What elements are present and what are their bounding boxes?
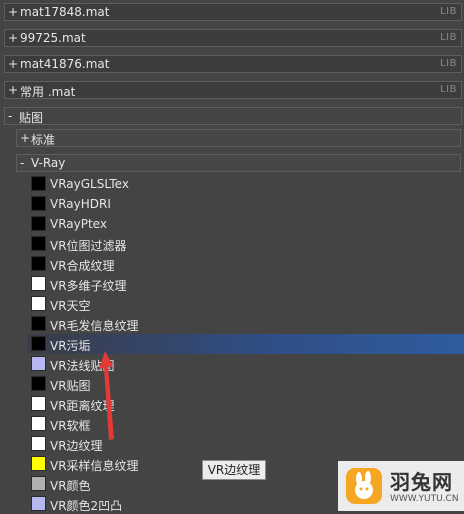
map-item-label: VR颜色 <box>50 479 91 493</box>
map-item-label: VRayGLSLTex <box>50 177 129 191</box>
map-item-highlighted[interactable]: VR污垢 <box>28 334 464 354</box>
map-item-label: VR合成纹理 <box>50 259 115 273</box>
swatch-12 <box>31 416 46 431</box>
map-item[interactable]: VR多维子纹理 <box>28 274 464 294</box>
watermark: 羽兔网 WWW.YUTU.CN <box>338 461 464 511</box>
map-item[interactable]: VRayPtex <box>28 214 464 234</box>
swatch-2 <box>31 216 46 231</box>
map-item-label: VR污垢 <box>50 339 91 353</box>
map-item[interactable]: VR软框 <box>28 414 464 434</box>
swatch-3 <box>31 236 46 251</box>
expand-icon[interactable]: + <box>20 131 30 145</box>
map-item[interactable]: VR合成纹理 <box>28 254 464 274</box>
group-name: V-Ray <box>31 156 66 170</box>
map-item-label: VR软框 <box>50 419 91 433</box>
swatch-15 <box>31 476 46 491</box>
map-item[interactable]: VR距离纹理 <box>28 394 464 414</box>
library-row[interactable]: + 99725.mat LIB <box>4 29 462 47</box>
library-row[interactable]: + 常用 .mat LIB <box>4 81 462 99</box>
swatch-0 <box>31 176 46 191</box>
library-row[interactable]: + mat41876.mat LIB <box>4 55 462 73</box>
library-tag: LIB <box>440 32 457 43</box>
swatch-4 <box>31 256 46 271</box>
vray-group-header[interactable]: - V-Ray <box>16 154 461 172</box>
map-item-label: VR位图过滤器 <box>50 239 127 253</box>
group-name: 贴图 <box>19 111 44 125</box>
collapse-icon[interactable]: - <box>20 156 24 170</box>
map-item[interactable]: VR贴图 <box>28 374 464 394</box>
swatch-1 <box>31 196 46 211</box>
maps-group-header[interactable]: - 贴图 <box>4 107 462 125</box>
map-item[interactable]: VR毛发信息纹理 <box>28 314 464 334</box>
swatch-6 <box>31 296 46 311</box>
swatch-16 <box>31 496 46 511</box>
tooltip: VR边纹理 <box>202 460 266 480</box>
material-map-browser: + mat17848.mat LIB + 99725.mat LIB + mat… <box>0 0 464 513</box>
library-name: 99725.mat <box>20 31 86 45</box>
library-name: 常用 .mat <box>20 85 76 99</box>
map-item-label: VR天空 <box>50 299 91 313</box>
map-item-label: VR边纹理 <box>50 439 103 453</box>
standard-group-header[interactable]: + 标准 <box>16 129 461 147</box>
watermark-url: WWW.YUTU.CN <box>390 494 459 504</box>
swatch-10 <box>31 376 46 391</box>
group-name: 标准 <box>31 133 56 147</box>
rabbit-logo-icon <box>346 468 382 504</box>
map-item-label: VRayHDRI <box>50 197 111 211</box>
swatch-9 <box>31 356 46 371</box>
map-item-label: VR颜色2凹凸 <box>50 499 123 513</box>
watermark-title: 羽兔网 <box>390 470 453 494</box>
expand-icon[interactable]: + <box>8 5 18 19</box>
collapse-icon[interactable]: - <box>8 109 12 123</box>
expand-icon[interactable]: + <box>8 31 18 45</box>
red-arrow-icon <box>99 351 114 440</box>
swatch-8 <box>31 336 46 351</box>
library-tag: LIB <box>440 84 457 95</box>
library-tag: LIB <box>440 6 457 17</box>
library-row[interactable]: + mat17848.mat LIB <box>4 3 462 21</box>
expand-icon[interactable]: + <box>8 57 18 71</box>
swatch-11 <box>31 396 46 411</box>
swatch-14 <box>31 456 46 471</box>
map-item-label: VRayPtex <box>50 217 107 231</box>
library-name: mat17848.mat <box>20 5 110 19</box>
swatch-13 <box>31 436 46 451</box>
map-item-label: VR多维子纹理 <box>50 279 127 293</box>
map-item[interactable]: VR法线贴图 <box>28 354 464 374</box>
map-item-label: VR毛发信息纹理 <box>50 319 139 333</box>
swatch-5 <box>31 276 46 291</box>
map-item[interactable]: VR天空 <box>28 294 464 314</box>
map-item-label: VR采样信息纹理 <box>50 459 139 473</box>
library-tag: LIB <box>440 58 457 69</box>
map-item[interactable]: VRayHDRI <box>28 194 464 214</box>
map-item[interactable]: VRayGLSLTex <box>28 174 464 194</box>
map-item[interactable]: VR边纹理 <box>28 434 464 454</box>
map-item-label: VR贴图 <box>50 379 91 393</box>
map-item[interactable]: VR位图过滤器 <box>28 234 464 254</box>
swatch-7 <box>31 316 46 331</box>
expand-icon[interactable]: + <box>8 83 18 97</box>
library-name: mat41876.mat <box>20 57 110 71</box>
